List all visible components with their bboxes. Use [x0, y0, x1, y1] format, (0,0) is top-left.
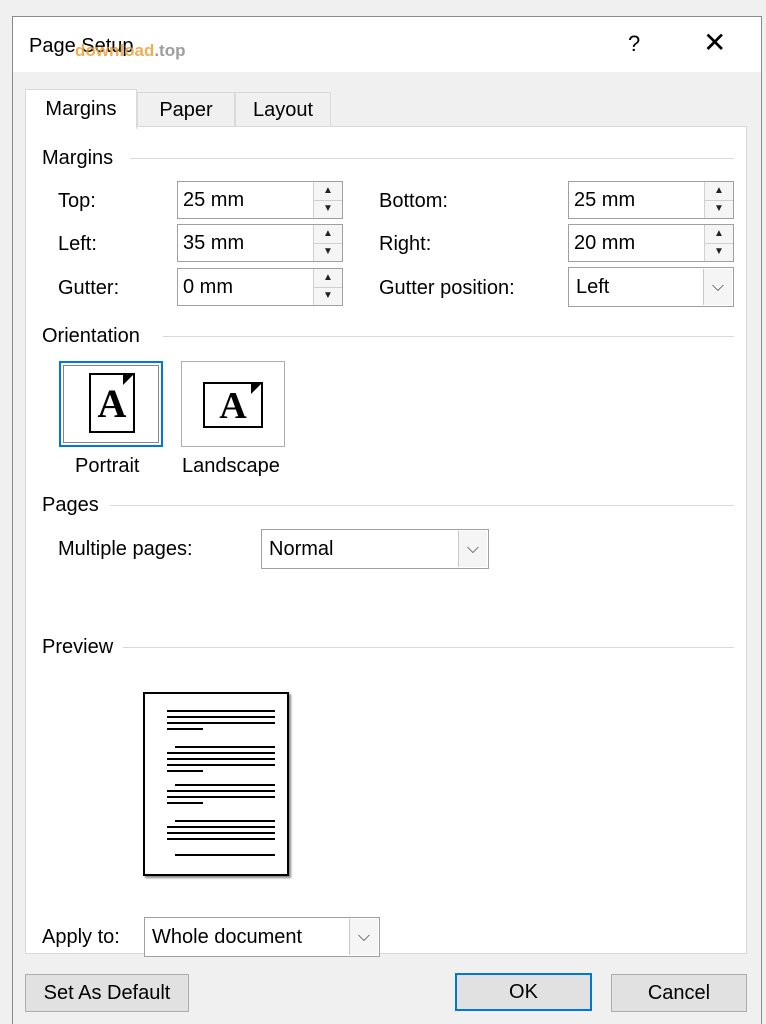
margins-section-label: Margins — [42, 147, 114, 169]
tab-label: Margins — [45, 98, 117, 120]
right-margin-spinner[interactable]: 20 mm ▲ ▼ — [568, 224, 734, 262]
portrait-page-icon: A — [89, 373, 135, 433]
set-as-default-button[interactable]: Set As Default — [25, 974, 189, 1012]
portrait-label: Portrait — [75, 455, 140, 477]
bottom-label: Bottom: — [379, 190, 448, 212]
apply-to-select[interactable]: Whole document ⌵ — [144, 917, 380, 957]
chevron-down-icon[interactable]: ⌵ — [703, 269, 732, 305]
top-margin-value: 25 mm — [183, 189, 245, 211]
preview-text-line — [167, 752, 275, 754]
spin-up-icon[interactable]: ▲ — [314, 269, 342, 288]
orientation-section-label: Orientation — [42, 325, 140, 347]
gutter-position-label: Gutter position: — [379, 277, 515, 299]
section-divider — [123, 647, 734, 648]
preview-text-line — [167, 722, 275, 724]
apply-to-label: Apply to: — [42, 926, 120, 948]
page-preview — [143, 692, 289, 876]
preview-text-line — [167, 764, 275, 766]
bottom-margin-value: 25 mm — [574, 189, 636, 211]
tab-margins[interactable]: Margins — [25, 89, 137, 129]
spinner-buttons: ▲ ▼ — [313, 225, 342, 261]
spinner-buttons: ▲ ▼ — [313, 182, 342, 218]
cancel-button[interactable]: Cancel — [611, 974, 747, 1012]
right-label: Right: — [379, 233, 432, 255]
landscape-label: Landscape — [182, 455, 280, 477]
watermark-suffix: .top — [154, 41, 186, 60]
spinner-buttons: ▲ ▼ — [704, 225, 733, 261]
section-divider — [130, 158, 734, 159]
spin-down-icon[interactable]: ▼ — [314, 200, 342, 218]
left-label: Left: — [58, 233, 97, 255]
page-setup-dialog: Page Setup download.top ? ✕ Margins Pape… — [12, 16, 762, 1024]
left-margin-value: 35 mm — [183, 232, 245, 254]
gutter-label: Gutter: — [58, 277, 120, 299]
top-label: Top: — [58, 190, 96, 212]
preview-text-line — [175, 854, 275, 856]
preview-text-line — [167, 758, 275, 760]
bottom-margin-spinner[interactable]: 25 mm ▲ ▼ — [568, 181, 734, 219]
watermark: download.top — [75, 41, 185, 61]
preview-text-line — [167, 710, 275, 712]
gutter-position-select[interactable]: Left ⌵ — [568, 267, 734, 307]
spin-down-icon[interactable]: ▼ — [314, 243, 342, 261]
spin-up-icon[interactable]: ▲ — [705, 225, 733, 244]
spin-up-icon[interactable]: ▲ — [314, 182, 342, 201]
chevron-down-icon[interactable]: ⌵ — [349, 919, 378, 955]
portrait-button[interactable]: A — [59, 361, 163, 447]
ok-button[interactable]: OK — [455, 973, 592, 1011]
tab-layout[interactable]: Layout — [235, 92, 331, 126]
landscape-glyph: A — [219, 385, 247, 427]
preview-text-line — [167, 790, 275, 792]
tab-label: Paper — [159, 99, 213, 121]
left-margin-spinner[interactable]: 35 mm ▲ ▼ — [177, 224, 343, 262]
pages-section-label: Pages — [42, 494, 99, 516]
right-margin-value: 20 mm — [574, 232, 636, 254]
portrait-glyph: A — [97, 381, 127, 426]
multiple-pages-label: Multiple pages: — [58, 538, 193, 560]
title-bar: Page Setup download.top ? ✕ — [13, 17, 761, 72]
gutter-spinner[interactable]: 0 mm ▲ ▼ — [177, 268, 343, 306]
gutter-position-value: Left — [576, 276, 610, 298]
spin-down-icon[interactable]: ▼ — [705, 200, 733, 218]
apply-to-value: Whole document — [152, 926, 303, 948]
section-divider — [110, 505, 734, 506]
help-icon[interactable]: ? — [628, 31, 640, 57]
watermark-main: download — [75, 41, 155, 60]
spin-down-icon[interactable]: ▼ — [314, 287, 342, 305]
preview-text-line — [167, 826, 275, 828]
spin-up-icon[interactable]: ▲ — [705, 182, 733, 201]
section-divider — [163, 336, 734, 337]
preview-text-line — [167, 832, 275, 834]
spinner-buttons: ▲ ▼ — [704, 182, 733, 218]
preview-text-line — [175, 746, 275, 748]
tab-label: Layout — [252, 99, 314, 121]
chevron-down-icon[interactable]: ⌵ — [458, 531, 487, 567]
spin-up-icon[interactable]: ▲ — [314, 225, 342, 244]
landscape-button[interactable]: A — [181, 361, 285, 447]
preview-text-line — [167, 802, 203, 804]
spin-down-icon[interactable]: ▼ — [705, 243, 733, 261]
preview-text-line — [167, 716, 275, 718]
preview-text-line — [175, 820, 275, 822]
margins-panel: Margins Top: 25 mm ▲ ▼ Bottom: 25 mm ▲ ▼ L… — [25, 126, 747, 957]
gutter-value: 0 mm — [183, 276, 233, 298]
spinner-buttons: ▲ ▼ — [313, 269, 342, 305]
close-icon[interactable]: ✕ — [703, 29, 726, 57]
top-margin-spinner[interactable]: 25 mm ▲ ▼ — [177, 181, 343, 219]
preview-text-line — [167, 728, 203, 730]
preview-section-label: Preview — [42, 636, 114, 658]
tab-paper[interactable]: Paper — [137, 92, 235, 126]
preview-text-line — [167, 770, 203, 772]
preview-text-line — [175, 784, 275, 786]
landscape-page-icon: A — [203, 382, 263, 428]
multiple-pages-value: Normal — [269, 538, 334, 560]
preview-text-line — [167, 796, 275, 798]
preview-text-line — [167, 838, 275, 840]
multiple-pages-select[interactable]: Normal ⌵ — [261, 529, 489, 569]
